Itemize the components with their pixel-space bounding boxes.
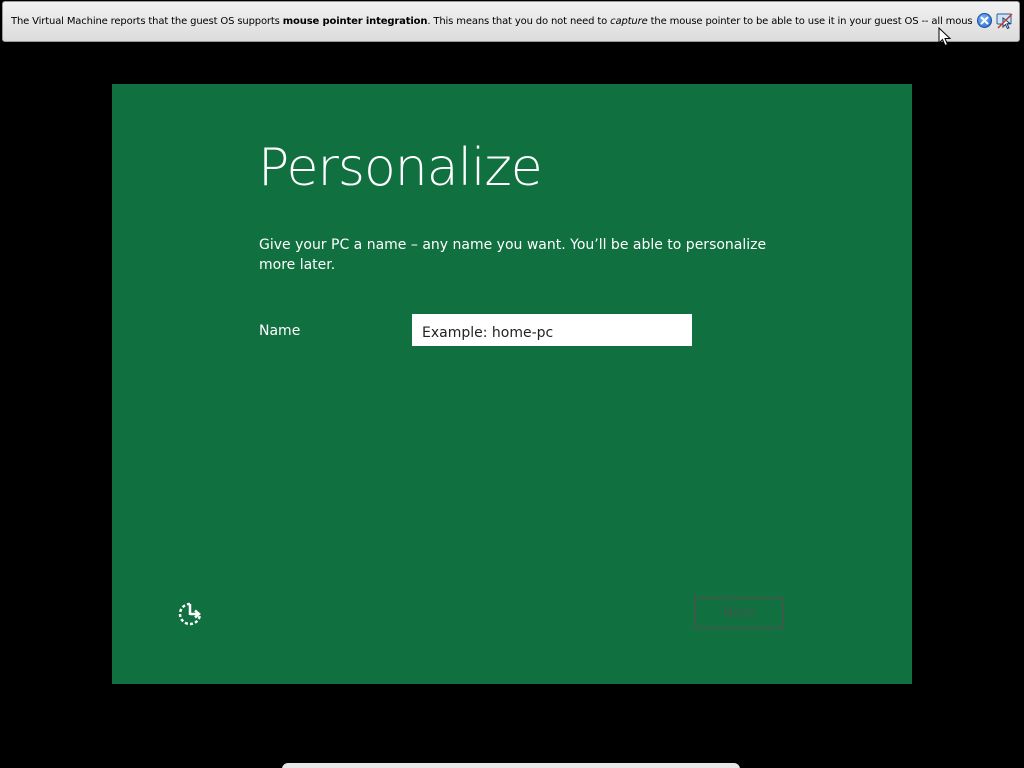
ease-of-access-icon[interactable] (176, 600, 204, 628)
notification-text-part3: the mouse pointer to be able to use it i… (647, 16, 973, 27)
notification-text: The Virtual Machine reports that the gue… (11, 14, 973, 30)
bottom-bar-edge (282, 763, 740, 768)
mouse-cursor-icon (938, 27, 952, 47)
notification-text-part2: . This means that you do not need to (427, 16, 611, 27)
name-label: Name (259, 323, 301, 339)
pc-name-input[interactable] (412, 314, 692, 346)
next-button[interactable]: Next (694, 597, 784, 629)
instruction-text: Give your PC a name – any name you want.… (259, 237, 767, 273)
vm-screen: The Virtual Machine reports that the gue… (0, 0, 1024, 768)
notification-text-bold: mouse pointer integration (282, 16, 428, 27)
setup-panel: Personalize Give your PC a name – any na… (112, 84, 912, 684)
close-icon[interactable] (977, 13, 992, 28)
page-title: Personalize (258, 138, 543, 198)
notification-text-part1: The Virtual Machine reports that the gue… (11, 16, 283, 27)
notification-bar: The Virtual Machine reports that the gue… (2, 1, 1020, 42)
mouse-integration-icon[interactable] (996, 12, 1014, 30)
notification-text-italic: capture (610, 16, 648, 27)
